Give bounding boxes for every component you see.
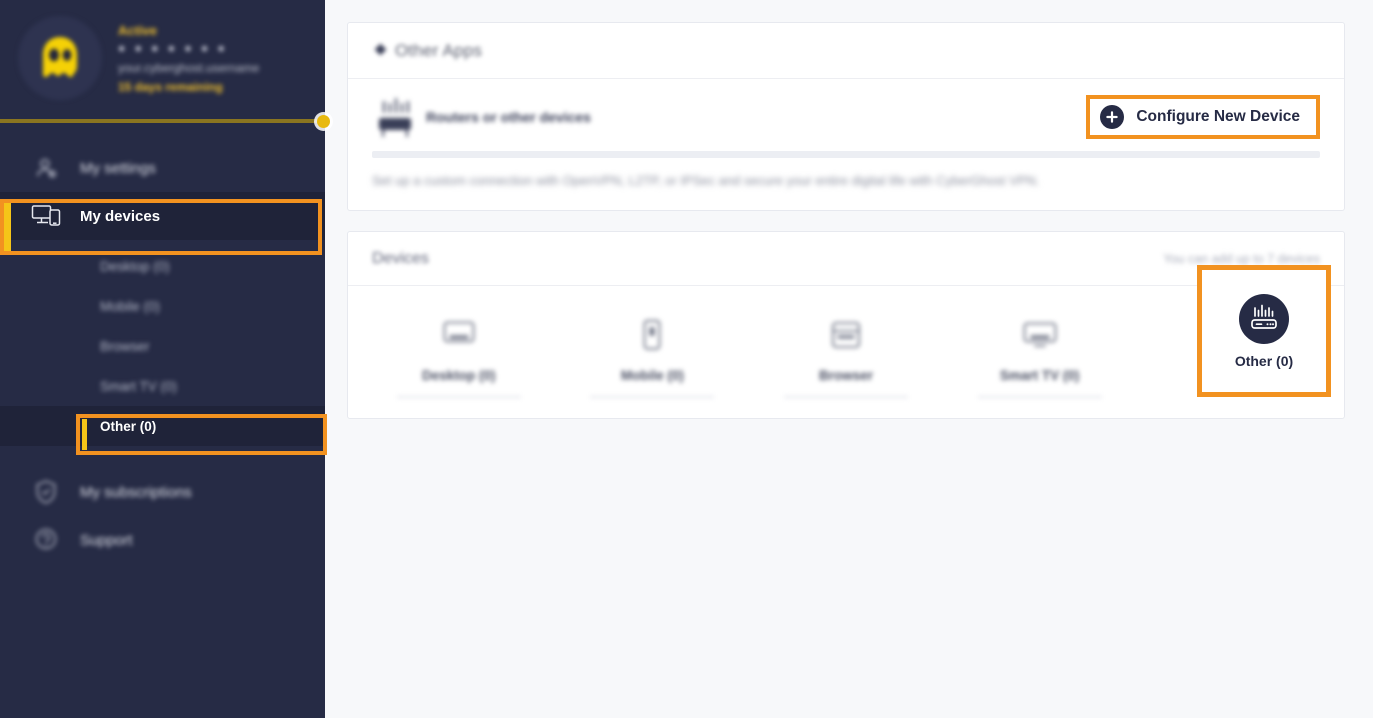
devices-header: Devices You can add up to 7 devices [348, 232, 1344, 286]
router-row: Routers or other devices Configure New D… [348, 79, 1344, 151]
account-days-remaining: 15 days remaining [118, 80, 223, 94]
sidebar-subitem-label: Desktop (0) [100, 258, 170, 274]
devices-limit-note: You can add up to 7 devices [1163, 251, 1320, 266]
sidebar-subitem-other[interactable]: Other (0) [0, 406, 325, 446]
other-apps-header: Other Apps [348, 23, 1344, 79]
desktop-icon [368, 312, 550, 358]
active-subitem-accent-bar [82, 419, 87, 450]
plus-circle-icon [1100, 105, 1125, 129]
account-summary: Active ● ● ● ● ● ● ● your.cyberghost.use… [0, 0, 325, 120]
sidebar: Active ● ● ● ● ● ● ● your.cyberghost.use… [0, 0, 330, 718]
router-label: Routers or other devices [426, 109, 591, 125]
sidebar-subitem-label: Other (0) [100, 418, 157, 434]
smart-tv-icon [949, 312, 1131, 358]
subscription-progress [0, 114, 330, 128]
device-tile-label: Desktop (0) [422, 368, 496, 383]
shield-icon [30, 479, 62, 505]
device-tile-other[interactable]: Other (0) [1197, 265, 1331, 397]
device-tiles: Desktop (0) Mobile (0) Browser Smart TV … [348, 265, 1344, 418]
device-tile-label: Other (0) [1234, 352, 1294, 369]
mobile-icon [562, 312, 744, 358]
devices-card: Devices You can add up to 7 devices Desk… [347, 231, 1345, 419]
sidebar-item-label: My settings [80, 159, 156, 177]
account-username: your.cyberghost.username [118, 61, 260, 75]
router-icon [372, 96, 418, 138]
device-tile-mobile[interactable]: Mobile (0) [556, 300, 750, 400]
chat-support-icon [30, 527, 62, 553]
devices-icon [30, 203, 62, 229]
sidebar-item-label: My devices [80, 207, 161, 225]
sidebar-item-label: Support [80, 531, 133, 549]
progress-knob[interactable] [317, 115, 330, 128]
tile-underline [784, 396, 908, 398]
tile-underline [590, 396, 715, 398]
page-title: Other Apps [395, 40, 483, 60]
highlight-box-configure-new-device: Configure New Device [1086, 95, 1320, 139]
user-settings-icon [30, 155, 62, 181]
section-divider [372, 151, 1320, 158]
sidebar-item-my-subscriptions[interactable]: My subscriptions [0, 468, 325, 516]
sidebar-subitem-browser[interactable]: Browser [0, 326, 325, 366]
sidebar-item-my-settings[interactable]: My settings [0, 144, 325, 192]
device-tile-smart-tv[interactable]: Smart TV (0) [943, 300, 1137, 400]
device-tile-desktop[interactable]: Desktop (0) [362, 300, 556, 400]
diamond-icon [374, 43, 387, 56]
avatar [18, 16, 102, 100]
sidebar-subitem-mobile[interactable]: Mobile (0) [0, 286, 325, 326]
configure-new-device-button[interactable]: Configure New Device [1100, 105, 1300, 129]
device-tile-label: Mobile (0) [620, 368, 684, 383]
sidebar-nav-lower: My subscriptions Support [0, 468, 325, 564]
account-status: Active [118, 23, 158, 38]
sidebar-subnav-devices: Desktop (0) Mobile (0) Browser Smart TV … [0, 246, 325, 446]
sidebar-item-my-devices[interactable]: My devices [0, 192, 325, 240]
sidebar-item-support[interactable]: Support [0, 516, 325, 564]
device-tile-label: Smart TV (0) [999, 368, 1080, 383]
router-left: Routers or other devices [372, 96, 591, 138]
progress-fill [0, 119, 318, 123]
account-info: Active ● ● ● ● ● ● ● your.cyberghost.use… [102, 16, 259, 96]
sidebar-subitem-smart-tv[interactable]: Smart TV (0) [0, 366, 325, 406]
device-tile-label: Browser [818, 368, 873, 383]
tile-underline [396, 396, 521, 398]
other-apps-card: Other Apps Routers or other devices Conf… [347, 22, 1345, 211]
tile-underline [977, 396, 1102, 398]
main-content: Other Apps Routers or other devices Conf… [325, 0, 1373, 718]
sidebar-subitem-label: Mobile (0) [100, 298, 161, 314]
app-root: Active ● ● ● ● ● ● ● your.cyberghost.use… [0, 0, 1373, 718]
sidebar-nav: My settings My devices Desktop (0) Mobil… [0, 144, 325, 564]
router-description: Set up a custom connection with OpenVPN,… [372, 173, 1040, 188]
sidebar-subitem-desktop[interactable]: Desktop (0) [0, 246, 325, 286]
device-tile-browser[interactable]: Browser [749, 300, 943, 400]
account-password-masked: ● ● ● ● ● ● ● [118, 41, 228, 55]
sidebar-item-label: My subscriptions [80, 483, 192, 501]
sidebar-subitem-label: Browser [100, 338, 150, 354]
router-circle-icon [1239, 293, 1289, 344]
devices-title: Devices [372, 249, 429, 267]
configure-new-device-label: Configure New Device [1136, 108, 1300, 125]
sidebar-subitem-label: Smart TV (0) [100, 378, 178, 394]
active-item-accent-bar [4, 203, 11, 251]
browser-icon [755, 312, 937, 358]
other-apps-title-wrap: Other Apps [374, 41, 482, 61]
